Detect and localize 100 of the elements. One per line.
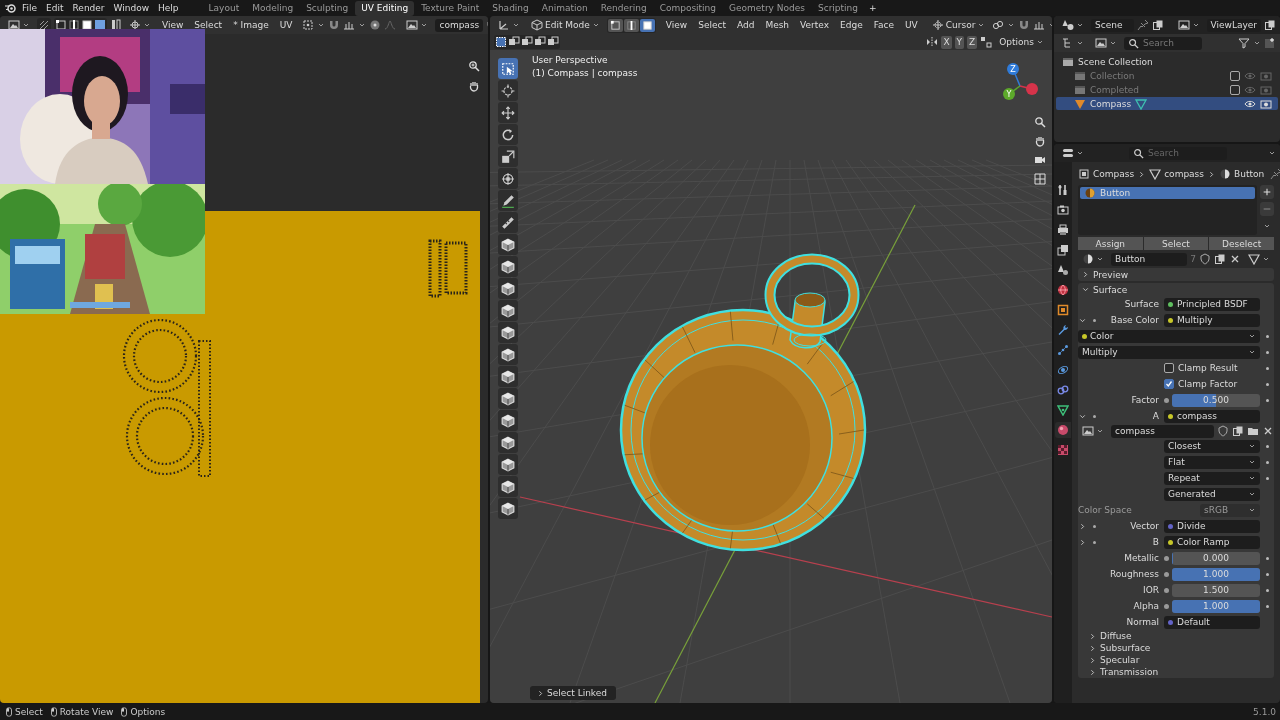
subpanel-header[interactable]: Subsurface	[1078, 642, 1274, 654]
breadcrumb-item: Compass	[1093, 169, 1135, 179]
mode-dropdown[interactable]: Edit Mode	[527, 18, 604, 32]
node-link-field[interactable]: Divide	[1164, 519, 1260, 533]
menu-item[interactable]: Face	[869, 18, 899, 32]
menu-item[interactable]: Edge	[836, 18, 867, 32]
workspace-tab[interactable]: UV Editing	[355, 0, 415, 16]
dropdown[interactable]: Repeat	[1164, 471, 1260, 485]
mirror-axis-button[interactable]: Z	[967, 35, 978, 49]
node-link-field[interactable]: Multiply	[1164, 313, 1260, 327]
menu-item[interactable]: View	[158, 18, 188, 32]
workspace-tab[interactable]: Shading	[486, 0, 535, 16]
node-link-field[interactable]: compass	[1164, 409, 1260, 423]
value-slider[interactable]: 1.000	[1172, 599, 1260, 613]
menu-item[interactable]: UV	[901, 18, 922, 32]
user-count: 7	[1190, 254, 1196, 264]
dropdown[interactable]: Color	[1078, 329, 1260, 343]
menu-item[interactable]: Help	[154, 1, 183, 15]
outliner-row[interactable]: Compass	[1056, 97, 1278, 110]
number-field[interactable]: 1.500	[1172, 583, 1260, 597]
add-workspace-button[interactable]: +	[865, 1, 881, 15]
outliner-item-name: Collection	[1090, 70, 1135, 81]
input-label: B	[1151, 537, 1160, 547]
menu-item[interactable]: Window	[109, 1, 154, 15]
workspace-tab[interactable]: Geometry Nodes	[723, 0, 811, 16]
dropdown[interactable]: Flat	[1164, 455, 1260, 469]
outliner-item-name: Completed	[1090, 84, 1140, 95]
workspace-tab[interactable]: Animation	[535, 0, 594, 16]
panel-header[interactable]: Surface	[1078, 283, 1274, 296]
status-hint: Rotate View	[59, 706, 114, 717]
material-slot[interactable]: Button	[1080, 187, 1255, 199]
input-label: Normal	[1125, 617, 1160, 627]
menu-item[interactable]: UV	[275, 18, 297, 32]
node-link-field[interactable]: Color Ramp	[1164, 535, 1260, 549]
workspace-tab[interactable]: Modeling	[246, 0, 300, 16]
node-link-field[interactable]: Principled BSDF	[1164, 297, 1260, 311]
workspace-tab[interactable]: Sculpting	[300, 0, 355, 16]
workspace-tab[interactable]: Scripting	[811, 0, 864, 16]
menu-item[interactable]: Add	[732, 18, 759, 32]
scene-field[interactable]: Scene	[1091, 18, 1135, 32]
subpanel-header[interactable]: Specular	[1078, 654, 1274, 666]
menu-item[interactable]: Select	[694, 18, 730, 32]
workspace-tab[interactable]: Compositing	[653, 0, 723, 16]
image-name-field[interactable]: compass	[1111, 424, 1214, 438]
panel-header[interactable]: Preview	[1078, 268, 1274, 281]
menu-item[interactable]: Vertex	[796, 18, 833, 32]
view-layer-field[interactable]: ViewLayer	[1206, 18, 1261, 32]
workspace-tab[interactable]: Rendering	[594, 0, 653, 16]
input-label: A	[1151, 411, 1160, 421]
mirror-axis-button[interactable]: Y	[954, 35, 965, 49]
input-label: Metallic	[1123, 553, 1160, 563]
slot-action-button[interactable]: Deselect	[1209, 237, 1274, 250]
subpanel-header[interactable]: Diffuse	[1078, 630, 1274, 642]
search-field[interactable]: Search	[1124, 36, 1202, 50]
status-hint: Select	[15, 706, 43, 717]
node-link-field[interactable]: Default	[1164, 615, 1260, 629]
collection-name: Scene Collection	[1078, 56, 1153, 67]
value-slider[interactable]: 1.000	[1172, 567, 1260, 581]
workspace-tab[interactable]: Layout	[202, 0, 246, 16]
image-name-field[interactable]: compass	[435, 18, 484, 32]
status-hint: Options	[130, 706, 166, 717]
checkbox-label: Clamp Factor	[1178, 379, 1238, 389]
checkbox-label: Clamp Result	[1178, 363, 1238, 373]
menu-item[interactable]: Select	[190, 18, 227, 32]
input-label: Alpha	[1132, 601, 1160, 611]
input-label: Base Color	[1109, 315, 1160, 325]
pivot-dropdown[interactable]: Cursor	[927, 18, 990, 32]
input-label: IOR	[1142, 585, 1160, 595]
input-label: Surface	[1123, 299, 1160, 309]
menu-item[interactable]: View	[661, 18, 692, 32]
dropdown[interactable]: Closest	[1164, 439, 1260, 453]
input-label: Factor	[1130, 395, 1160, 405]
material-name-field[interactable]: Button	[1111, 252, 1188, 266]
slot-action-button[interactable]: Assign	[1078, 237, 1143, 250]
scene-collection-row[interactable]: Scene Collection	[1056, 55, 1278, 68]
last-operator-panel[interactable]: Select Linked	[530, 686, 616, 700]
menu-item[interactable]: Render	[68, 1, 109, 15]
input-label: Roughness	[1108, 569, 1160, 579]
outliner-item-name: Compass	[1090, 98, 1132, 109]
breadcrumb-item: Button	[1234, 169, 1265, 179]
value-slider[interactable]: 0.500	[1172, 393, 1260, 407]
value-slider[interactable]: 0.000	[1172, 551, 1260, 565]
input-label: Vector	[1129, 521, 1160, 531]
menu-item[interactable]: * Image	[229, 18, 273, 32]
menu-item[interactable]: Mesh	[761, 18, 794, 32]
breadcrumb-item: compass	[1164, 169, 1204, 179]
dropdown[interactable]: Generated	[1164, 487, 1260, 501]
axis-gizmo-handle[interactable]: Z	[1007, 63, 1021, 87]
slot-action-button[interactable]: Select	[1143, 237, 1209, 250]
subpanel-header[interactable]: Transmission	[1078, 666, 1274, 678]
menu-item[interactable]: Edit	[42, 1, 68, 15]
mirror-axis-button[interactable]: X	[941, 35, 952, 49]
view-name: User Perspective	[532, 55, 609, 65]
input-label: Color Space	[1078, 505, 1133, 515]
version-label: 5.1.0	[1253, 706, 1276, 717]
object-label: (1) Compass | compass	[532, 68, 638, 78]
menu-item[interactable]: File	[18, 1, 42, 15]
dropdown[interactable]: Multiply	[1078, 345, 1260, 359]
workspace-tab[interactable]: Texture Paint	[415, 0, 486, 16]
options-dropdown[interactable]: Options	[995, 35, 1048, 49]
